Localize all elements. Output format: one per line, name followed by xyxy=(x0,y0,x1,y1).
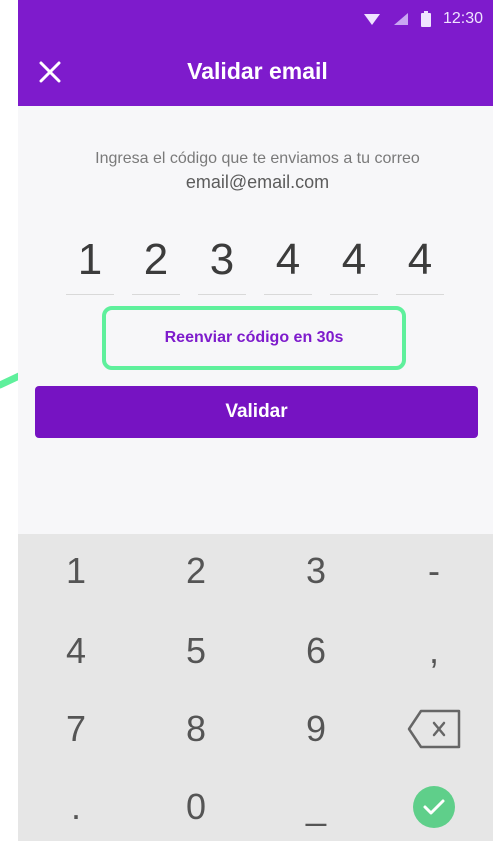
key-underscore[interactable]: _ xyxy=(261,770,371,841)
resend-code-link[interactable]: Reenviar código en 30s xyxy=(106,329,402,347)
numeric-keyboard: 1 2 3 - 4 5 6 , 7 8 9 . 0 _ xyxy=(18,534,493,841)
instruction-text: Ingresa el código que te enviamos a tu c… xyxy=(95,150,420,167)
app-bar: Validar email xyxy=(18,38,493,106)
code-digit-2[interactable]: 2 xyxy=(132,230,180,295)
key-0[interactable]: 0 xyxy=(141,770,251,841)
email-text: email@email.com xyxy=(185,172,330,192)
key-4[interactable]: 4 xyxy=(21,614,131,688)
status-time: 12:30 xyxy=(442,10,483,27)
key-8[interactable]: 8 xyxy=(141,692,251,766)
battery-icon xyxy=(420,11,431,27)
screenshot-root: 12:30 Validar email Ingresa el código qu… xyxy=(0,0,493,841)
key-backspace[interactable] xyxy=(379,692,489,766)
page-title: Validar email xyxy=(187,58,328,84)
key-6[interactable]: 6 xyxy=(261,614,371,688)
resend-highlight-box: Reenviar código en 30s xyxy=(102,306,406,370)
key-5[interactable]: 5 xyxy=(141,614,251,688)
status-bar: 12:30 xyxy=(18,0,493,38)
code-digit-6[interactable]: 4 xyxy=(396,230,444,295)
wifi-icon xyxy=(363,14,380,25)
key-minus[interactable]: - xyxy=(379,534,489,608)
status-icons: 12:30 xyxy=(363,9,483,29)
key-comma[interactable]: , xyxy=(379,614,489,688)
code-digit-1[interactable]: 1 xyxy=(66,230,114,295)
key-1[interactable]: 1 xyxy=(21,534,131,608)
check-circle-icon xyxy=(413,786,455,828)
key-3[interactable]: 3 xyxy=(261,534,371,608)
code-digit-4[interactable]: 4 xyxy=(264,230,312,295)
backspace-icon xyxy=(407,709,461,749)
verification-card: Ingresa el código que te enviamos a tu c… xyxy=(18,114,493,534)
phone-screen: 12:30 Validar email Ingresa el código qu… xyxy=(18,0,493,841)
key-9[interactable]: 9 xyxy=(261,692,371,766)
key-2[interactable]: 2 xyxy=(141,534,251,608)
key-7[interactable]: 7 xyxy=(21,692,131,766)
validate-button[interactable]: Validar xyxy=(35,386,478,438)
cell-signal-icon xyxy=(393,13,408,25)
code-input-row[interactable]: 1 2 3 4 4 4 xyxy=(66,230,456,300)
key-confirm[interactable] xyxy=(379,770,489,841)
code-digit-5[interactable]: 4 xyxy=(330,230,378,295)
key-period[interactable]: . xyxy=(21,770,131,841)
code-digit-3[interactable]: 3 xyxy=(198,230,246,295)
